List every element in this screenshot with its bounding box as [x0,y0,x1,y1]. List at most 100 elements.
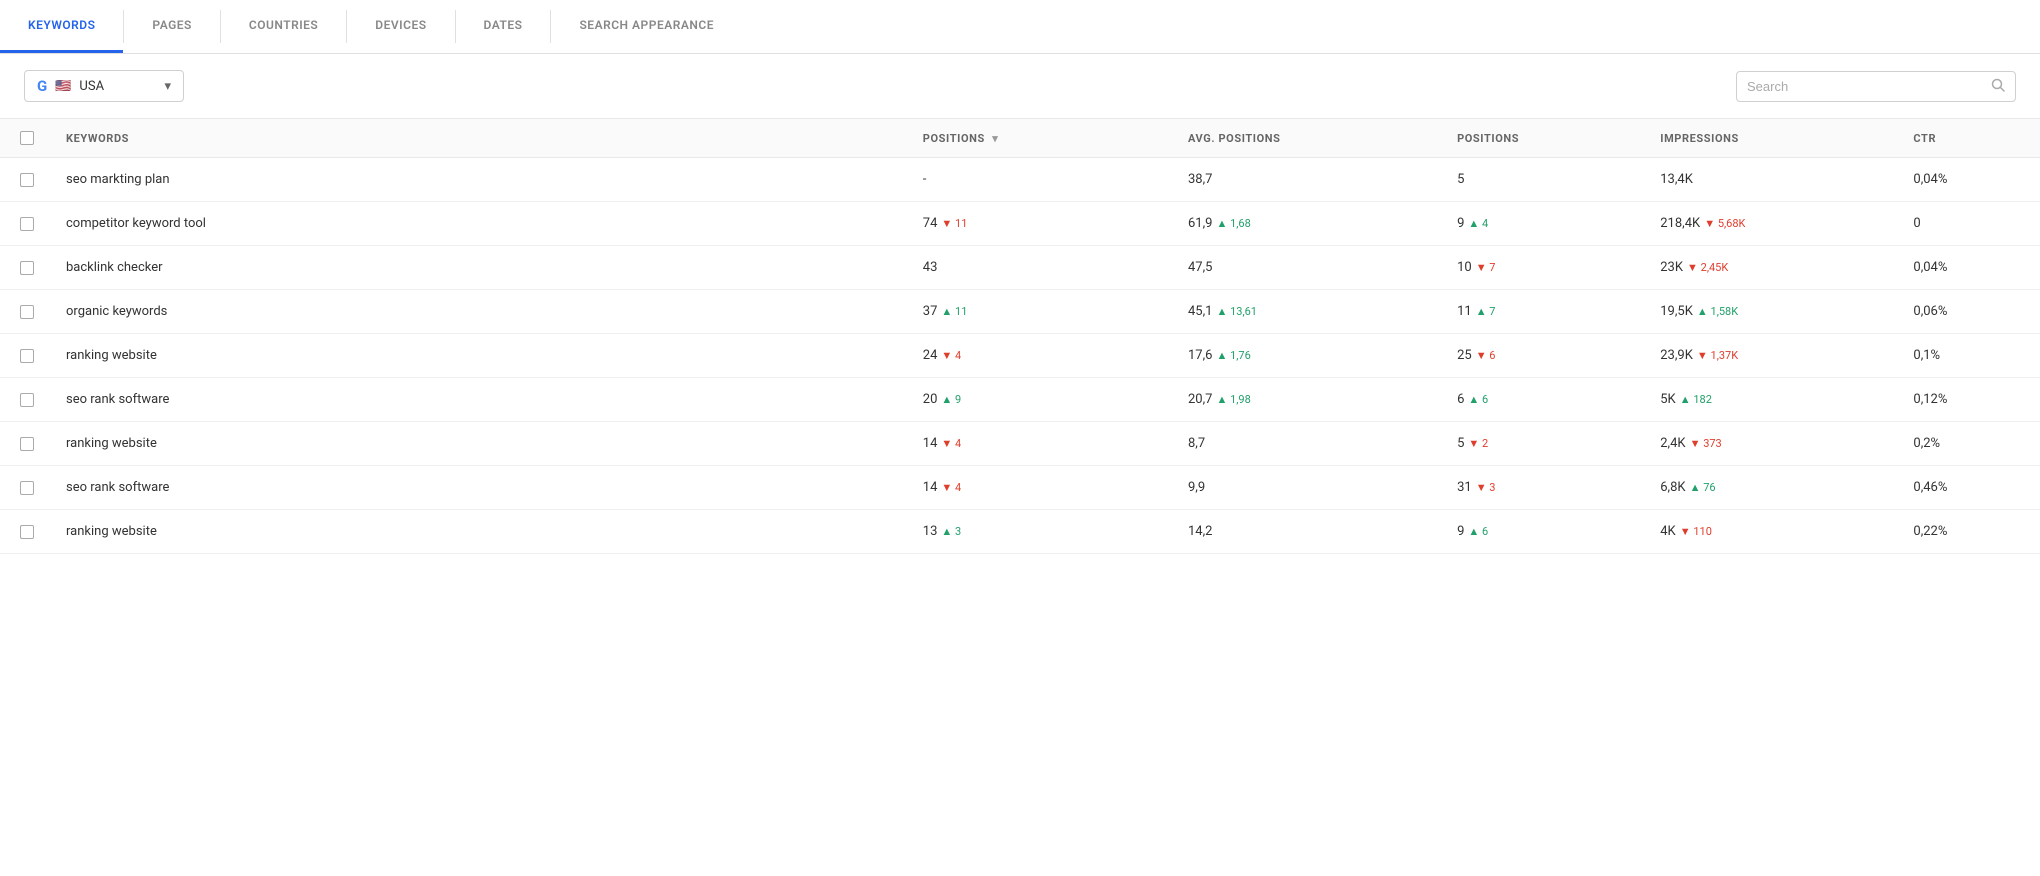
impressions-cell: 13,4K [1644,158,1897,202]
country-selector[interactable]: G 🇺🇸 USA ▾ [24,70,184,102]
row-checkbox[interactable] [20,525,34,539]
change-indicator: ▼ 2,45K [1687,261,1728,274]
row-checkbox-cell[interactable] [0,290,50,334]
row-checkbox-cell[interactable] [0,246,50,290]
tab-search-appearance[interactable]: SEARCH APPEARANCE [551,0,741,53]
ctr-cell: 0,1% [1897,334,2040,378]
row-checkbox-cell[interactable] [0,378,50,422]
table-row: ranking website 24▼ 4 17,6▲ 1,76 25▼ 6 2… [0,334,2040,378]
row-checkbox[interactable] [20,173,34,187]
header-checkbox[interactable] [0,119,50,158]
ctr-cell: 0,04% [1897,158,2040,202]
table-row: seo markting plan - 38,7 5 13,4K 0,04% [0,158,2040,202]
change-indicator: ▼ 4 [941,349,961,362]
change-indicator: ▼ 2 [1468,437,1488,450]
positions2-cell: 6▲ 6 [1441,378,1644,422]
positions-cell: 24▼ 4 [907,334,1172,378]
tab-devices[interactable]: DEVICES [347,0,454,53]
positions-cell: - [907,158,1172,202]
positions2-cell: 5 [1441,158,1644,202]
positions2-cell: 5▼ 2 [1441,422,1644,466]
header-positions2: POSITIONS [1441,119,1644,158]
avg-positions-cell: 47,5 [1172,246,1441,290]
avg-positions-cell: 45,1▲ 13,61 [1172,290,1441,334]
keyword-cell: organic keywords [50,290,907,334]
row-checkbox-cell[interactable] [0,466,50,510]
keyword-cell: ranking website [50,422,907,466]
change-indicator: ▼ 7 [1476,261,1496,274]
positions2-cell: 31▼ 3 [1441,466,1644,510]
ctr-cell: 0,2% [1897,422,2040,466]
positions2-cell: 9▲ 4 [1441,202,1644,246]
change-indicator: ▲ 6 [1468,525,1488,538]
ctr-cell: 0,04% [1897,246,2040,290]
select-all-checkbox[interactable] [20,131,34,145]
positions2-cell: 10▼ 7 [1441,246,1644,290]
row-checkbox-cell[interactable] [0,158,50,202]
change-indicator: ▼ 4 [941,437,961,450]
avg-positions-cell: 8,7 [1172,422,1441,466]
tab-countries[interactable]: COUNTRIES [221,0,346,53]
avg-positions-cell: 61,9▲ 1,68 [1172,202,1441,246]
ctr-cell: 0,06% [1897,290,2040,334]
avg-positions-cell: 9,9 [1172,466,1441,510]
change-indicator: ▲ 9 [941,393,961,406]
tab-dates[interactable]: DATES [456,0,551,53]
keyword-cell: backlink checker [50,246,907,290]
change-indicator: ▼ 4 [941,481,961,494]
impressions-cell: 6,8K▲ 76 [1644,466,1897,510]
avg-positions-cell: 14,2 [1172,510,1441,554]
search-input[interactable] [1747,79,1991,94]
positions-cell: 14▼ 4 [907,422,1172,466]
google-icon: G [37,77,47,95]
row-checkbox[interactable] [20,261,34,275]
row-checkbox[interactable] [20,349,34,363]
row-checkbox[interactable] [20,481,34,495]
keyword-cell: seo markting plan [50,158,907,202]
row-checkbox[interactable] [20,305,34,319]
row-checkbox-cell[interactable] [0,202,50,246]
change-indicator: ▲ 7 [1476,305,1496,318]
change-indicator: ▼ 373 [1690,437,1722,450]
keyword-cell: seo rank software [50,378,907,422]
avg-positions-cell: 38,7 [1172,158,1441,202]
keyword-cell: ranking website [50,510,907,554]
row-checkbox[interactable] [20,437,34,451]
positions-cell: 13▲ 3 [907,510,1172,554]
change-indicator: ▲ 1,76 [1216,349,1250,362]
positions2-cell: 11▲ 7 [1441,290,1644,334]
keyword-cell: ranking website [50,334,907,378]
row-checkbox-cell[interactable] [0,510,50,554]
table-row: ranking website 14▼ 4 8,7 5▼ 2 2,4K▼ 373… [0,422,2040,466]
change-indicator: ▼ 1,37K [1697,349,1738,362]
table-row: backlink checker 43 47,5 10▼ 7 23K▼ 2,45… [0,246,2040,290]
row-checkbox-cell[interactable] [0,422,50,466]
header-ctr: CTR [1897,119,2040,158]
impressions-cell: 4K▼ 110 [1644,510,1897,554]
search-box [1736,71,2016,102]
sort-icon: ▾ [992,132,998,145]
positions-cell: 14▼ 4 [907,466,1172,510]
search-button[interactable] [1991,78,2005,95]
row-checkbox-cell[interactable] [0,334,50,378]
tab-keywords[interactable]: KEYWORDS [0,0,123,53]
row-checkbox[interactable] [20,217,34,231]
positions-cell: 43 [907,246,1172,290]
ctr-cell: 0,22% [1897,510,2040,554]
main-container: KEYWORDS PAGES COUNTRIES DEVICES DATES S… [0,0,2040,876]
table-row: competitor keyword tool 74▼ 11 61,9▲ 1,6… [0,202,2040,246]
positions2-cell: 25▼ 6 [1441,334,1644,378]
tab-pages[interactable]: PAGES [124,0,219,53]
flag-icon: 🇺🇸 [55,79,71,94]
table-row: organic keywords 37▲ 11 45,1▲ 13,61 11▲ … [0,290,2040,334]
change-indicator: ▲ 1,98 [1216,393,1250,406]
change-indicator: ▼ 5,68K [1704,217,1745,230]
chevron-down-icon: ▾ [164,79,171,94]
keyword-cell: competitor keyword tool [50,202,907,246]
data-table-wrapper: KEYWORDS POSITIONS ▾ AVG. POSITIONS POSI… [0,118,2040,554]
header-positions[interactable]: POSITIONS ▾ [907,119,1172,158]
tab-nav: KEYWORDS PAGES COUNTRIES DEVICES DATES S… [0,0,2040,54]
row-checkbox[interactable] [20,393,34,407]
change-indicator: ▲ 182 [1680,393,1712,406]
change-indicator: ▲ 13,61 [1216,305,1257,318]
